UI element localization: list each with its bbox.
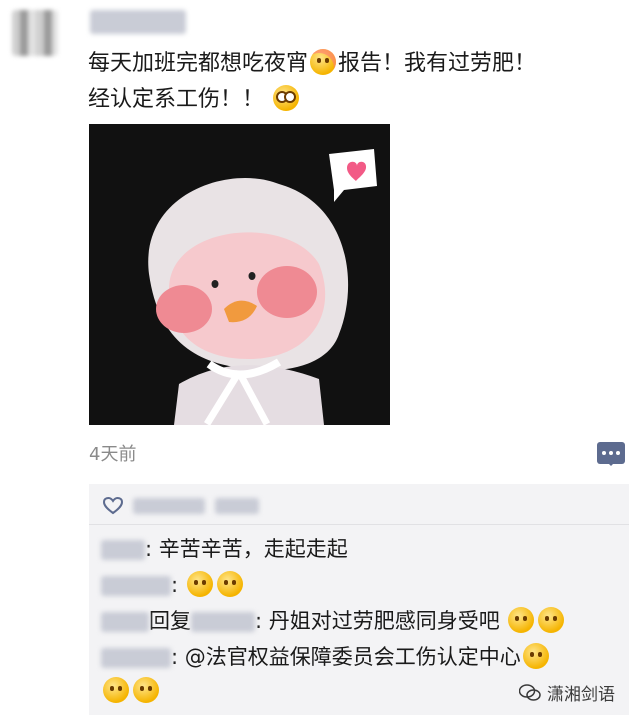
comment-emoji-row (101, 676, 161, 706)
reply-target-name[interactable] (191, 612, 255, 632)
post-text-line2: 经认定系工伤！！ (88, 87, 265, 112)
watermark: 潇湘剑语 (519, 680, 615, 705)
comment-icon[interactable] (597, 442, 625, 466)
comment-row[interactable]: : @法官权益保障委员会工伤认定中心 (101, 642, 551, 672)
likes-row (103, 492, 259, 520)
post-text-line1b: 报告！我有过劳肥！ (338, 51, 537, 76)
emoji-laugh-cry-icon (522, 643, 549, 669)
comment-text: : 丹姐对过劳肥感同身受吧 (255, 609, 500, 633)
emoji-laugh-cry-icon (103, 677, 129, 703)
post-text-line1: 每天加班完都想吃夜宵 (88, 51, 309, 76)
heart-outline-icon (103, 497, 123, 515)
commenter-name[interactable] (101, 576, 171, 596)
comment-text: : @法官权益保障委员会工伤认定中心 (171, 645, 521, 669)
emoji-laugh-cry-icon (133, 677, 159, 703)
emoji-laugh-cry-icon (216, 571, 243, 597)
comment-text: : 辛苦辛苦，走起走起 (145, 537, 348, 561)
emoji-grin-icon (508, 607, 535, 633)
divider (89, 524, 629, 525)
comment-row[interactable]: 回复 : 丹姐对过劳肥感同身受吧 (101, 606, 566, 636)
emoji-shocked-icon (273, 85, 300, 111)
emoji-blush-icon (310, 49, 337, 75)
commenter-name[interactable] (101, 648, 171, 668)
comment-row[interactable]: : 辛苦辛苦，走起走起 (101, 534, 348, 564)
commenter-name[interactable] (101, 540, 145, 560)
comment-row[interactable]: : (101, 570, 245, 600)
comments-panel: : 辛苦辛苦，走起走起 : 回复 : 丹姐对过劳肥感同身受吧 : @法官权益保障委… (89, 484, 629, 715)
commenter-name[interactable] (101, 612, 149, 632)
avatar[interactable] (12, 10, 58, 56)
watermark-text: 潇湘剑语 (547, 685, 615, 705)
post-photo[interactable] (89, 124, 390, 425)
emoji-grin-icon (538, 607, 565, 633)
post-timestamp: 4天前 (89, 444, 137, 465)
liker-name[interactable] (215, 498, 259, 514)
wechat-logo-icon (519, 683, 541, 701)
poster-name[interactable] (90, 10, 186, 34)
comment-text: : (171, 573, 179, 597)
duck-photo (89, 124, 390, 425)
reply-label: 回复 (149, 609, 191, 633)
emoji-laugh-cry-icon (186, 571, 213, 597)
post-text: 每天加班完都想吃夜宵 报告！我有过劳肥！ 经认定系工伤！！ (88, 46, 628, 118)
liker-name[interactable] (133, 498, 205, 514)
